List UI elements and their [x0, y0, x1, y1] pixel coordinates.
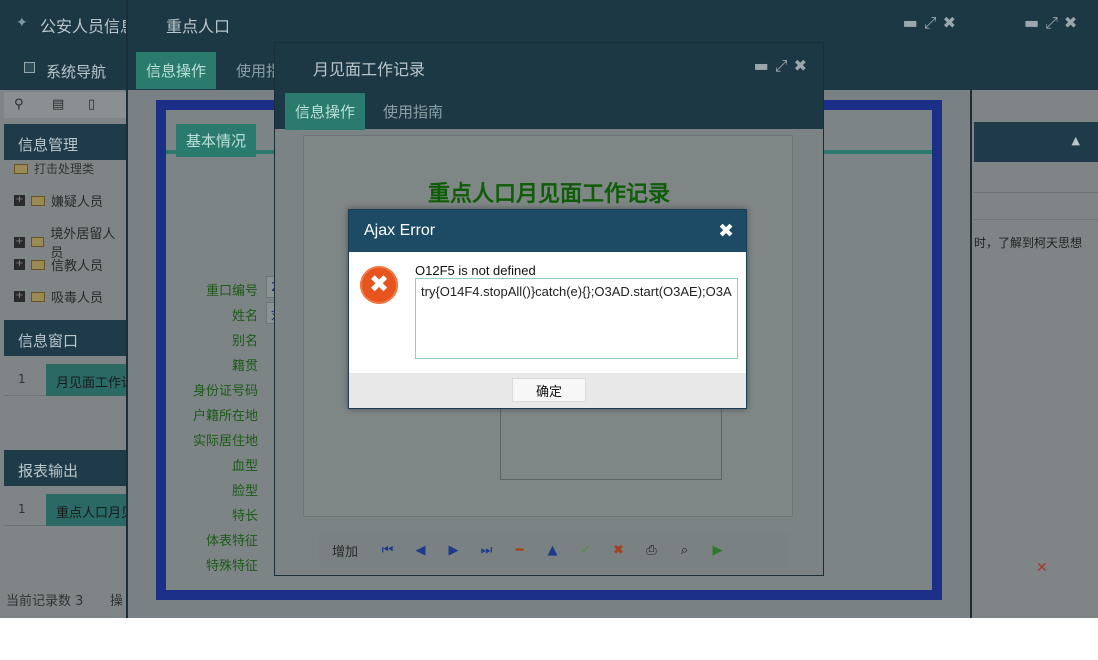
app-logo-icon: ✦: [16, 15, 28, 31]
print-icon[interactable]: ⎙: [635, 543, 668, 558]
cancel-x-icon[interactable]: ✖: [602, 543, 635, 558]
ok-button[interactable]: 确定: [512, 378, 586, 402]
left-panel: ⚲ ▤ ▯ 信息管理 打击处理类 + 嫌疑人员 + 境外居留人员 + 信教人员 …: [0, 90, 126, 618]
folder-icon: [31, 259, 45, 270]
tab-info-operation[interactable]: 信息操作: [285, 93, 366, 130]
left-toolbar: ⚲ ▤ ▯: [4, 92, 126, 118]
tab-info-operation[interactable]: 信息操作: [136, 52, 217, 89]
window-controls[interactable]: ▬⤢✖: [1024, 13, 1083, 33]
add-button[interactable]: 增加: [319, 541, 371, 560]
error-message: O12F5 is not defined: [415, 263, 536, 278]
ajax-error-dialog: Ajax Error ✖ ✖ O12F5 is not defined try{…: [348, 209, 747, 409]
field-label: 特殊特征: [205, 559, 258, 574]
dialog-title: Ajax Error: [364, 222, 436, 239]
expand-plus-icon[interactable]: +: [14, 195, 25, 206]
first-record-icon[interactable]: ⏮: [371, 543, 404, 558]
record-heading: 重点人口月见面工作记录: [427, 182, 670, 207]
record-window-title: 月见面工作记录: [313, 60, 426, 79]
last-record-icon[interactable]: ⏭: [470, 543, 503, 558]
system-nav-label: 系统导航: [46, 63, 107, 81]
row-label: 重点人口月见面: [46, 494, 126, 526]
info-manage-header[interactable]: 信息管理: [4, 124, 126, 160]
window-controls[interactable]: ▬⤢✖: [903, 13, 962, 33]
right-window-title-bar: ▬⤢✖: [974, 0, 1098, 46]
field-label: 身份证号码: [192, 384, 258, 399]
print-preview-icon[interactable]: ⌕: [668, 543, 701, 558]
mid-window-title-bar: 重点人口 ▬⤢✖: [128, 0, 974, 46]
row-label: 月见面工作记录: [46, 364, 126, 396]
field-label: 别名: [231, 334, 258, 349]
field-label: 实际居住地: [192, 434, 258, 449]
folder-icon: [14, 163, 28, 174]
edit-up-icon[interactable]: ▲: [536, 543, 569, 558]
nav-square-icon: [24, 62, 35, 73]
mid-window-title: 重点人口: [166, 17, 231, 36]
system-nav-bar[interactable]: 系统导航: [0, 46, 130, 90]
field-label: 特长: [231, 509, 258, 524]
tree-item[interactable]: 打击处理类: [14, 160, 94, 177]
field-label: 体表特征: [205, 534, 258, 549]
report-list-item[interactable]: 1 重点人口月见面: [4, 494, 126, 526]
row-number: 1: [18, 502, 26, 516]
field-label: 姓名: [231, 309, 258, 324]
tab-user-guide[interactable]: 使用指南: [373, 93, 453, 130]
field-label: 籍贯: [231, 359, 258, 374]
right-panel-text: 时，了解到柯天思想: [974, 236, 1083, 250]
app-title: 公安人员信息: [40, 17, 137, 36]
document-icon[interactable]: ▯: [88, 97, 95, 112]
error-detail-field[interactable]: try{O14F4.stopAll()}catch(e){};O3AD.star…: [415, 278, 738, 359]
window-list-item[interactable]: 1 月见面工作记录: [4, 364, 126, 396]
expand-plus-icon[interactable]: +: [14, 291, 25, 302]
right-panel-row: [974, 192, 1098, 220]
delete-minus-icon[interactable]: ━: [503, 543, 536, 558]
report-output-header[interactable]: 报表输出: [4, 450, 126, 486]
right-tab-strip: [974, 46, 1098, 90]
tree-item[interactable]: + 信教人员: [14, 255, 103, 274]
folder-icon: [31, 291, 45, 302]
dialog-title-bar: Ajax Error ✖: [349, 210, 746, 252]
status-tail: 操: [110, 594, 124, 609]
close-icon[interactable]: ✖: [718, 220, 734, 242]
record-count-status: 当前记录数 3: [6, 594, 84, 609]
search-doc-icon[interactable]: ⚲: [14, 97, 24, 112]
collapse-up-icon[interactable]: ▲: [1072, 134, 1080, 147]
dialog-footer: 确定: [349, 373, 746, 408]
folder-icon: [30, 237, 45, 247]
expand-plus-icon[interactable]: +: [14, 236, 25, 248]
confirm-check-icon[interactable]: ✔: [569, 543, 602, 558]
expand-plus-icon[interactable]: +: [14, 259, 25, 270]
row-number: 1: [18, 372, 26, 386]
record-tab-bar: 信息操作 使用指南: [275, 87, 823, 130]
field-label: 血型: [231, 459, 258, 474]
folder-icon: [31, 195, 45, 206]
list-icon[interactable]: ▤: [52, 97, 64, 112]
window-controls[interactable]: ▬⤢✖: [754, 56, 813, 76]
tree-item-label: 打击处理类: [34, 162, 95, 176]
prev-record-icon[interactable]: ◀: [404, 543, 437, 558]
right-window: ▬⤢✖ ▲ 时，了解到柯天思想 ✕: [974, 0, 1098, 618]
tree-item-label: 吸毒人员: [51, 291, 104, 306]
tree-item-label: 嫌疑人员: [51, 195, 104, 210]
right-panel-header: ▲: [974, 122, 1098, 162]
record-window-title-bar: 月见面工作记录 ▬⤢✖: [275, 43, 823, 87]
tree-item[interactable]: + 吸毒人员: [14, 287, 103, 306]
next-record-icon[interactable]: ▶: [437, 543, 470, 558]
record-toolbar: 增加 ⏮ ◀ ▶ ⏭ ━ ▲ ✔ ✖ ⎙ ⌕ ▶: [319, 533, 789, 567]
field-label: 脸型: [231, 484, 258, 499]
field-label: 重口编号: [205, 284, 258, 299]
delete-x-icon[interactable]: ✕: [1036, 560, 1048, 576]
tree-item-label: 信教人员: [51, 259, 104, 274]
field-label: 户籍所在地: [192, 409, 258, 424]
tree-item[interactable]: + 嫌疑人员: [14, 191, 103, 210]
run-play-icon[interactable]: ▶: [701, 543, 734, 558]
info-window-header[interactable]: 信息窗口: [4, 320, 126, 356]
error-icon: ✖: [360, 266, 398, 304]
